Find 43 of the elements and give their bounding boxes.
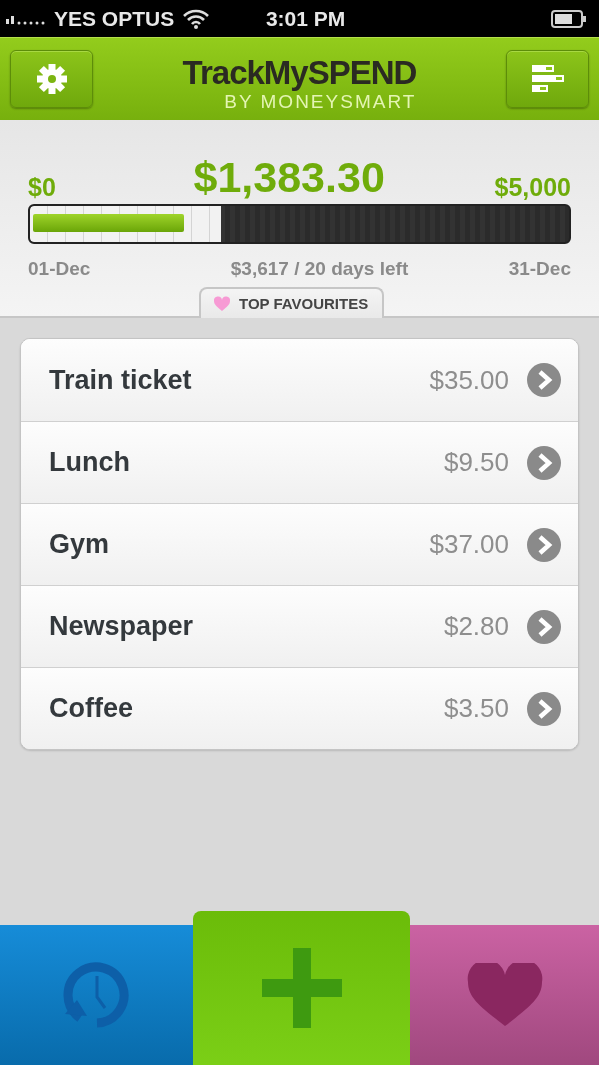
budget-amount: $5,000	[494, 173, 571, 202]
app-title: TrackMySPEND	[182, 55, 417, 91]
favourite-row[interactable]: Lunch $9.50	[21, 421, 578, 503]
favourite-row[interactable]: Newspaper $2.80	[21, 585, 578, 667]
item-amount: $2.80	[443, 611, 509, 642]
carrier-name: YES OPTUS	[54, 6, 175, 31]
item-name: Coffee	[49, 693, 134, 724]
chevron-icon	[527, 445, 561, 480]
item-amount: $3.50	[443, 693, 509, 724]
item-name: Gym	[49, 529, 111, 560]
item-name: Newspaper	[49, 611, 195, 642]
minimum-amount: $0	[28, 173, 56, 202]
battery-icon	[551, 9, 587, 28]
chevron-icon	[527, 609, 561, 644]
settings-icon	[35, 63, 68, 95]
item-amount: $37.00	[429, 529, 509, 560]
favourites-tab[interactable]: TOP FAVOURITES	[199, 287, 385, 318]
item-amount: $35.00	[429, 364, 509, 396]
history-tab[interactable]	[0, 925, 193, 1065]
chevron-icon	[527, 363, 561, 397]
remaining-text: $3,617 / 20 days left	[230, 258, 409, 280]
heart-icon	[466, 963, 543, 1027]
item-amount: $9.50	[443, 447, 509, 478]
chevron-icon	[527, 527, 561, 562]
start-date: 01-Dec	[28, 258, 91, 280]
end-date: 31-Dec	[508, 258, 571, 280]
menu-button[interactable]	[506, 50, 589, 108]
add-icon	[261, 948, 342, 1028]
chevron-icon	[527, 691, 561, 726]
total-spent: $1,383.30	[193, 153, 385, 202]
item-name: Lunch	[49, 447, 131, 478]
favourites-tab[interactable]	[410, 925, 599, 1065]
bar-list-icon	[529, 64, 566, 94]
add-tab[interactable]	[193, 911, 410, 1065]
favourite-row[interactable]: Gym $37.00	[21, 503, 578, 585]
item-name: Train ticket	[49, 364, 193, 396]
heart-icon	[213, 295, 231, 312]
favourite-row[interactable]: Coffee $3.50	[21, 667, 578, 749]
status-time: 3:01 PM	[264, 6, 347, 31]
app-subtitle: BY MONEYSMART	[224, 91, 417, 113]
settings-button[interactable]	[10, 50, 93, 108]
wifi-icon	[182, 8, 211, 29]
favourite-row[interactable]: Train ticket $35.00	[21, 339, 578, 421]
